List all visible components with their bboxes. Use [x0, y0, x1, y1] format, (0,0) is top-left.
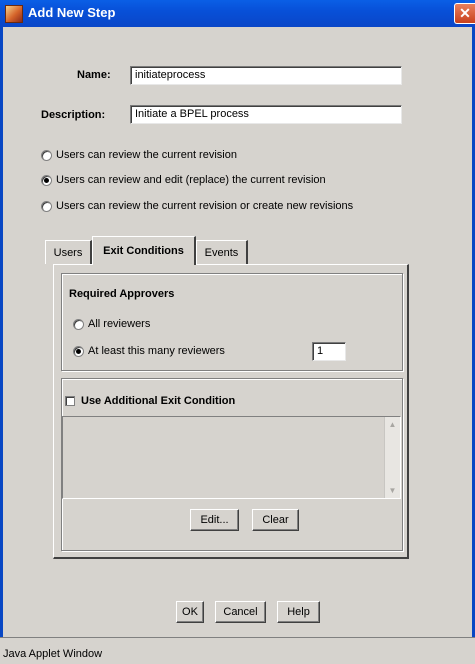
additional-condition-label: Use Additional Exit Condition	[81, 395, 236, 407]
radio-review-edit[interactable]: Users can review and edit (replace) the …	[41, 174, 326, 186]
radio-all-reviewers[interactable]: All reviewers	[73, 318, 150, 330]
tab-exit-conditions-label: Exit Conditions	[103, 245, 184, 257]
radio-button-selected[interactable]	[73, 345, 84, 357]
cancel-button[interactable]: Cancel	[215, 601, 266, 623]
clear-button[interactable]: Clear	[252, 509, 299, 531]
status-bar: Java Applet Window	[0, 637, 475, 664]
radio-review-edit-label: Users can review and edit (replace) the …	[56, 174, 326, 186]
tab-events[interactable]: Events	[196, 240, 248, 264]
name-label: Name:	[77, 69, 111, 81]
status-text: Java Applet Window	[3, 648, 103, 660]
close-button[interactable]: ✕	[454, 3, 475, 24]
radio-review-only-label: Users can review the current revision	[56, 149, 237, 161]
close-icon: ✕	[459, 5, 471, 21]
tab-users[interactable]: Users	[45, 240, 92, 264]
name-input[interactable]: initiateprocess	[130, 66, 402, 85]
radio-button[interactable]	[73, 318, 84, 330]
additional-condition-checkbox-row[interactable]: Use Additional Exit Condition	[65, 395, 235, 407]
radio-all-reviewers-label: All reviewers	[88, 318, 151, 330]
radio-button-selected[interactable]	[41, 174, 52, 186]
tab-events-label: Events	[204, 246, 239, 259]
description-input[interactable]: Initiate a BPEL process	[130, 105, 402, 124]
radio-review-only[interactable]: Users can review the current revision	[41, 149, 237, 161]
window-frame-left	[0, 27, 3, 637]
window-title: Add New Step	[28, 5, 116, 20]
condition-textarea[interactable]: ▲ ▼	[62, 416, 401, 499]
tab-users-label: Users	[53, 246, 83, 259]
ok-button[interactable]: OK	[176, 601, 204, 623]
radio-at-least[interactable]: At least this many reviewers	[73, 345, 225, 357]
required-approvers-title: Required Approvers	[69, 288, 175, 300]
checkbox[interactable]	[65, 396, 75, 406]
scroll-down-icon[interactable]: ▼	[385, 483, 400, 498]
radio-button[interactable]	[41, 200, 52, 212]
radio-review-create[interactable]: Users can review the current revision or…	[41, 200, 353, 212]
tab-exit-conditions[interactable]: Exit Conditions	[92, 236, 196, 265]
reviewer-count-input[interactable]: 1	[312, 342, 346, 361]
radio-review-create-label: Users can review the current revision or…	[56, 200, 354, 212]
title-bar[interactable]: Add New Step ✕	[0, 0, 475, 27]
scroll-up-icon[interactable]: ▲	[385, 417, 400, 432]
edit-button[interactable]: Edit...	[190, 509, 239, 531]
app-icon	[5, 5, 23, 23]
vertical-scrollbar[interactable]: ▲ ▼	[384, 417, 400, 498]
description-label: Description:	[41, 109, 106, 121]
radio-at-least-label: At least this many reviewers	[88, 345, 225, 357]
radio-button[interactable]	[41, 149, 52, 161]
help-button[interactable]: Help	[277, 601, 320, 623]
